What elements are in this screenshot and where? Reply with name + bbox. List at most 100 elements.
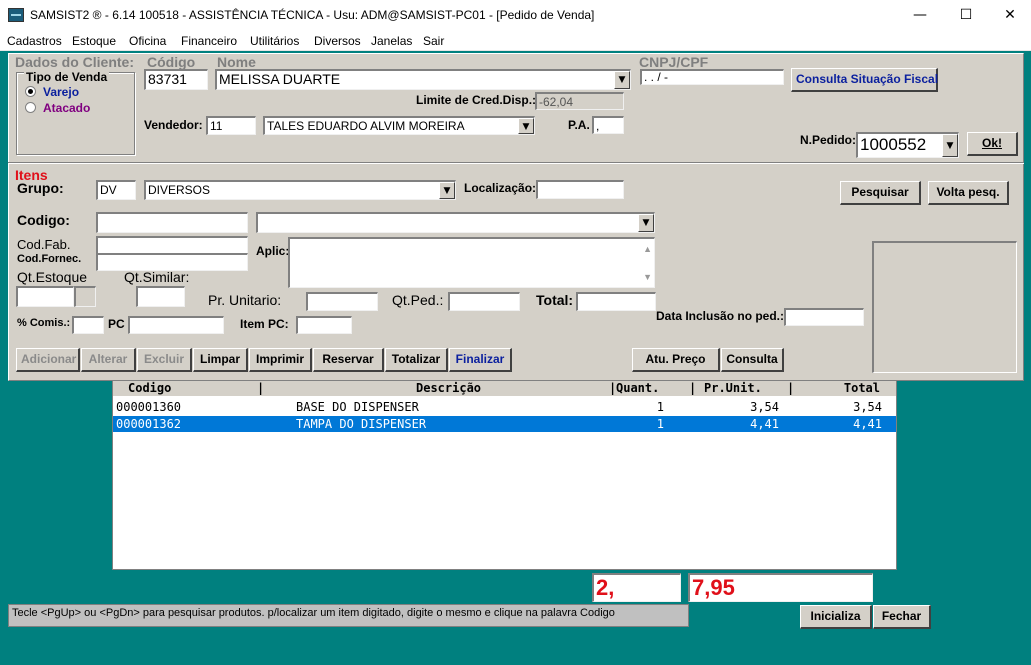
menu-cadastros[interactable]: Cadastros <box>7 34 62 48</box>
vendedor-select[interactable]: TALES EDUARDO ALVIM MOREIRA ▼ <box>263 116 535 135</box>
chevron-down-icon[interactable]: ▼ <box>518 118 534 134</box>
items-grid[interactable]: Codigo | Descrição | Quant. | Pr.Unit. |… <box>112 380 897 570</box>
consulta-button[interactable]: Consulta <box>721 348 784 372</box>
consulta-fiscal-button[interactable]: Consulta Situação Fiscal <box>791 68 938 92</box>
codigo-cliente-label: Código <box>147 54 196 70</box>
atu-preco-button[interactable]: Atu. Preço <box>632 348 720 372</box>
col-descricao[interactable]: Descrição <box>416 381 481 395</box>
data-inclusao-label: Data Inclusão no ped.: <box>656 309 785 323</box>
npedido-value: 1000552 <box>860 135 927 154</box>
nome-label: Nome <box>217 54 256 70</box>
row-prunit: 4,41 <box>750 417 779 431</box>
vendedor-code-input[interactable]: 11 <box>206 116 256 135</box>
localizacao-input[interactable] <box>536 180 624 199</box>
npedido-label: N.Pedido: <box>800 133 856 147</box>
totalizar-button[interactable]: Totalizar <box>385 348 448 372</box>
codigo-cliente-input[interactable]: 83731 <box>144 69 208 90</box>
radio-atacado[interactable] <box>25 102 36 113</box>
col-prunit[interactable]: Pr.Unit. <box>704 381 762 395</box>
ok-button[interactable]: Ok! <box>967 132 1018 156</box>
pesquisar-button[interactable]: Pesquisar <box>840 181 921 205</box>
codfornec-label: Cod.Fornec. <box>17 253 82 265</box>
row-total: 3,54 <box>853 400 882 414</box>
window-title: SAMSIST2 ® - 6.14 100518 - ASSISTÊNCIA T… <box>30 8 595 22</box>
nome-cliente-select[interactable]: MELISSA DUARTE ▼ <box>215 69 631 90</box>
prunitario-input[interactable] <box>306 292 378 311</box>
grupo-select[interactable]: DIVERSOS ▼ <box>144 180 456 200</box>
qtsimilar-input[interactable] <box>136 286 185 307</box>
table-row-selected[interactable]: 000001362 TAMPA DO DISPENSER 1 4,41 4,41 <box>113 416 896 432</box>
imprimir-button[interactable]: Imprimir <box>249 348 312 372</box>
status-bar: Tecle <PgUp> ou <PgDn> para pesquisar pr… <box>8 604 689 627</box>
row-descricao: BASE DO DISPENSER <box>296 400 419 414</box>
pc-input[interactable] <box>128 316 224 334</box>
qtestoque-label: Qt.Estoque <box>17 269 88 285</box>
comis-input[interactable] <box>72 316 104 334</box>
total-label: Total: <box>536 292 574 308</box>
qtped-label: Qt.Ped.: <box>392 292 444 308</box>
reservar-button[interactable]: Reservar <box>313 348 384 372</box>
radio-varejo[interactable] <box>25 86 36 97</box>
col-total[interactable]: Total <box>844 381 880 395</box>
inicializa-button[interactable]: Inicializa <box>800 605 872 629</box>
grupo-code-input[interactable]: DV <box>96 180 136 200</box>
row-codigo: 000001362 <box>116 417 182 431</box>
qtestoque-input[interactable] <box>16 286 74 307</box>
descricao-item-select[interactable]: ▼ <box>256 212 655 233</box>
tipo-venda-label: Tipo de Venda <box>24 70 110 84</box>
codfab-label: Cod.Fab. <box>17 237 71 252</box>
qtped-input[interactable] <box>448 292 520 311</box>
aplic-textarea[interactable]: ▲ ▼ <box>288 237 655 288</box>
nome-cliente-value: MELISSA DUARTE <box>219 71 341 87</box>
scroll-up-icon[interactable]: ▲ <box>643 241 652 257</box>
menu-janelas[interactable]: Janelas <box>371 34 412 48</box>
chevron-down-icon[interactable]: ▼ <box>614 71 630 89</box>
itempc-label: Item PC: <box>240 317 289 331</box>
menu-oficina[interactable]: Oficina <box>129 34 166 48</box>
pa-input[interactable]: , <box>592 116 624 134</box>
comis-label: % Comis.: <box>17 317 71 329</box>
close-icon[interactable]: ✕ <box>987 0 1031 31</box>
menu-estoque[interactable]: Estoque <box>72 34 116 48</box>
chevron-down-icon[interactable]: ▼ <box>638 214 654 232</box>
col-codigo[interactable]: Codigo <box>128 381 171 395</box>
row-quant: 1 <box>656 400 664 414</box>
codigo-item-label[interactable]: Codigo: <box>17 212 70 228</box>
alterar-button[interactable]: Alterar <box>81 348 136 372</box>
localizacao-label: Localização: <box>464 181 537 195</box>
row-total: 4,41 <box>853 417 882 431</box>
prunitario-label: Pr. Unitario: <box>208 292 282 308</box>
menu-bar: Cadastros Estoque Oficina Financeiro Uti… <box>0 31 1031 51</box>
codfab-input[interactable] <box>96 236 248 254</box>
limpar-button[interactable]: Limpar <box>193 348 248 372</box>
scroll-down-icon[interactable]: ▼ <box>643 269 652 285</box>
menu-sair[interactable]: Sair <box>423 34 444 48</box>
maximize-icon[interactable]: ☐ <box>943 0 989 31</box>
menu-financeiro[interactable]: Financeiro <box>181 34 237 48</box>
volta-pesq-button[interactable]: Volta pesq. <box>928 181 1009 205</box>
atacado-label[interactable]: Atacado <box>43 101 90 115</box>
chevron-down-icon[interactable]: ▼ <box>942 134 958 157</box>
fechar-button[interactable]: Fechar <box>873 605 931 629</box>
varejo-label[interactable]: Varejo <box>43 85 79 99</box>
codigo-item-input[interactable] <box>96 212 248 233</box>
table-row[interactable]: 000001360 BASE DO DISPENSER 1 3,54 3,54 <box>113 399 896 415</box>
minimize-icon[interactable]: — <box>897 0 943 31</box>
data-inclusao-input[interactable] <box>784 308 864 326</box>
cnpj-input[interactable]: . . / - <box>640 69 784 85</box>
row-codigo: 000001360 <box>116 400 182 414</box>
excluir-button[interactable]: Excluir <box>137 348 192 372</box>
total-input[interactable] <box>576 292 656 311</box>
menu-diversos[interactable]: Diversos <box>314 34 361 48</box>
limite-label: Limite de Cred.Disp.: <box>416 93 537 107</box>
vendedor-label: Vendedor: <box>144 118 203 132</box>
col-quant[interactable]: Quant. <box>616 381 659 395</box>
npedido-select[interactable]: 1000552 ▼ <box>856 132 959 158</box>
chevron-down-icon[interactable]: ▼ <box>439 182 455 199</box>
finalizar-button[interactable]: Finalizar <box>449 348 512 372</box>
pa-label: P.A. <box>568 118 590 132</box>
itempc-input[interactable] <box>296 316 352 334</box>
menu-utilitarios[interactable]: Utilitários <box>250 34 299 48</box>
total-qty-display: 2, <box>592 573 681 602</box>
adicionar-button[interactable]: Adicionar <box>16 348 80 372</box>
